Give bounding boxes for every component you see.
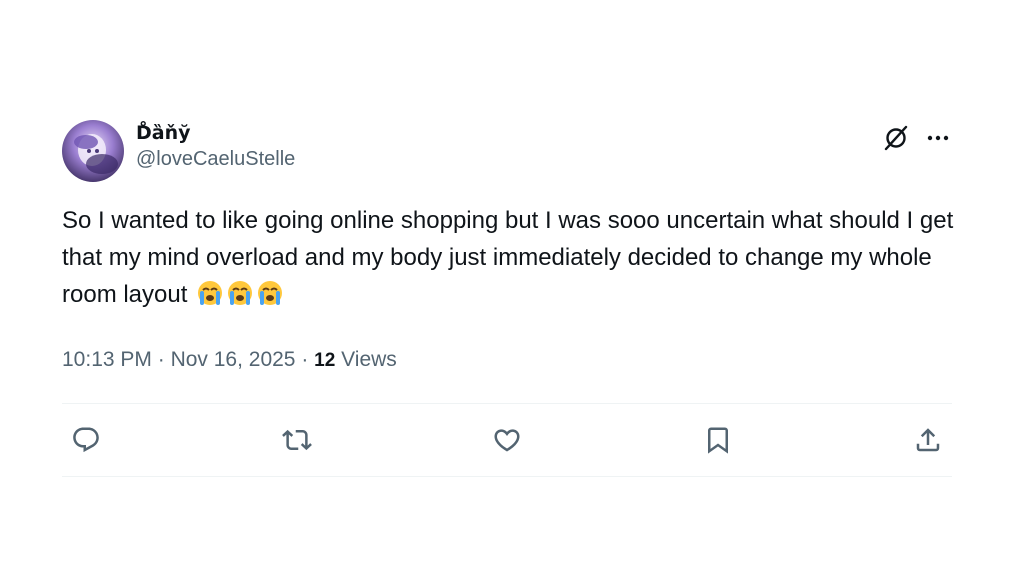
retweet-icon[interactable] xyxy=(281,424,313,456)
avatar[interactable] xyxy=(62,120,124,182)
views-label[interactable]: Views xyxy=(335,348,397,371)
tweet-card: D̊ȁňy̆ @loveCaeluStelle So I wanted to l… xyxy=(62,112,953,477)
tweet-time[interactable]: 10:13 PM xyxy=(62,348,152,371)
loudly-crying-emoji xyxy=(196,279,224,318)
user-handle[interactable]: @loveCaeluStelle xyxy=(136,146,295,172)
action-bar xyxy=(62,404,952,476)
reply-icon[interactable] xyxy=(70,424,102,456)
share-icon[interactable] xyxy=(912,424,944,456)
like-icon[interactable] xyxy=(491,424,523,456)
meta-separator: · xyxy=(151,348,171,371)
tweet-text: So I wanted to like going online shoppin… xyxy=(62,202,962,318)
display-name[interactable]: D̊ȁňy̆ xyxy=(136,120,295,146)
more-icon[interactable] xyxy=(924,124,952,152)
grok-icon[interactable] xyxy=(882,124,910,152)
author-names: D̊ȁňy̆ @loveCaeluStelle xyxy=(136,120,295,172)
meta-separator: · xyxy=(295,348,315,371)
loudly-crying-emoji xyxy=(226,279,254,318)
header-actions xyxy=(882,124,952,152)
tweet-header: D̊ȁňy̆ @loveCaeluStelle xyxy=(62,112,952,184)
tweet-meta: 10:13 PM · Nov 16, 2025 · 12 Views xyxy=(62,346,952,375)
loudly-crying-emoji xyxy=(256,279,284,318)
bookmark-icon[interactable] xyxy=(702,424,734,456)
views-count[interactable]: 12 xyxy=(314,350,335,371)
tweet-date[interactable]: Nov 16, 2025 xyxy=(171,348,296,371)
divider xyxy=(62,476,952,477)
